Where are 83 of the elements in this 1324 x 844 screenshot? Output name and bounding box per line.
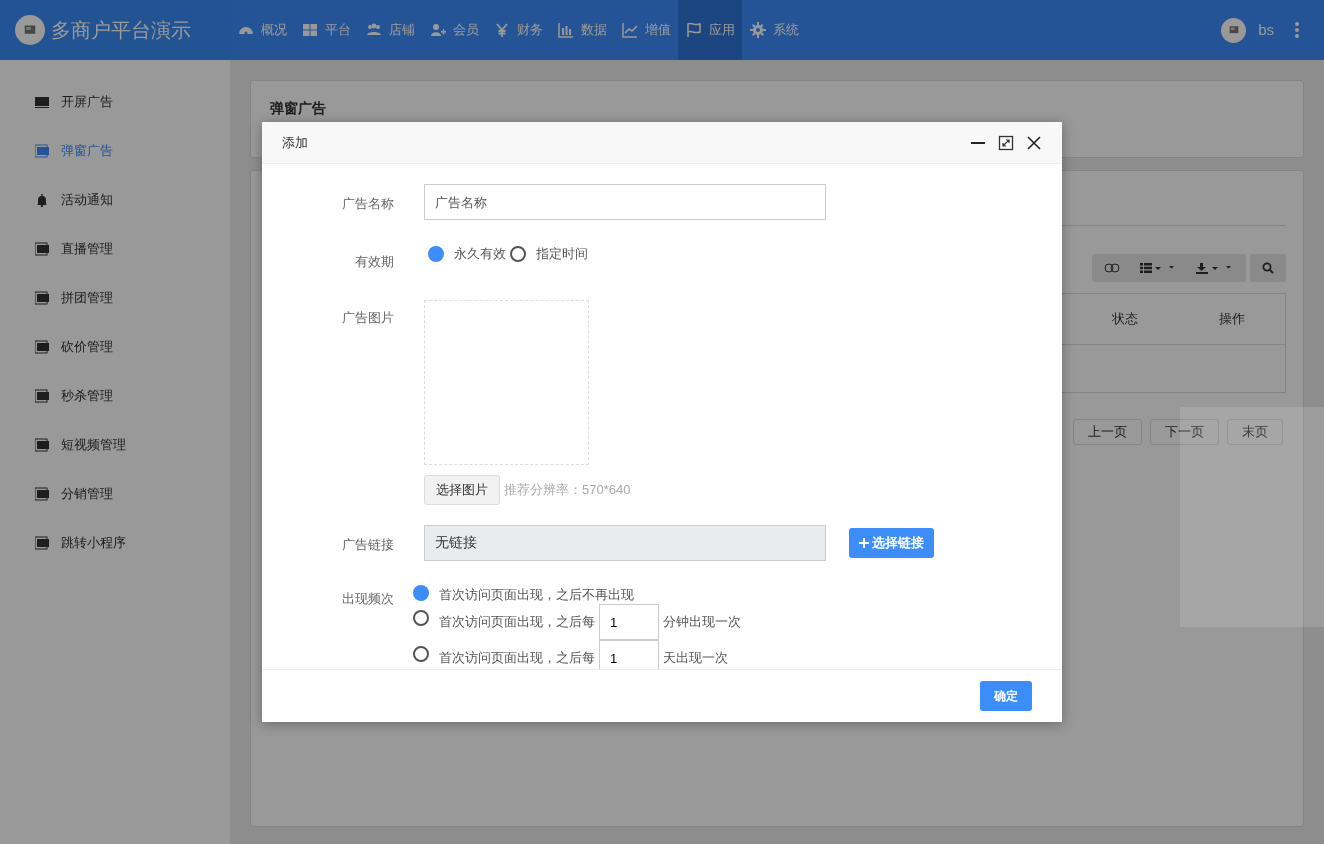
radio-label: 永久有效 — [454, 245, 506, 263]
window-icon — [35, 437, 49, 452]
user-plus-icon — [429, 22, 447, 38]
choose-image-button[interactable]: 选择图片 — [424, 474, 500, 505]
choose-link-button[interactable]: 选择链接 — [849, 527, 934, 558]
window-icon — [35, 535, 49, 550]
radio-button[interactable] — [413, 646, 429, 662]
nav-tab[interactable]: 应用 — [678, 0, 742, 60]
sidebar-item[interactable]: 秒杀管理 — [0, 371, 230, 420]
window-icon — [35, 290, 49, 305]
more-icon — [1294, 21, 1300, 39]
nav-tab[interactable]: 数据 — [550, 0, 614, 60]
field-label: 广告链接 — [341, 535, 394, 554]
number-field[interactable]: 1 — [599, 604, 659, 640]
option-label: 首次访问页面出现，之后不再出现 — [439, 585, 634, 604]
nav-tab[interactable]: 概况 — [230, 0, 294, 60]
close-icon[interactable] — [1026, 134, 1042, 151]
sidebar-item[interactable]: 弹窗广告 — [0, 126, 230, 175]
option-label: 天出现一次 — [663, 649, 728, 668]
brand-title: 多商户平台演示 — [51, 18, 191, 43]
column-header: 状态 — [1110, 310, 1139, 329]
sidebar-item[interactable]: 拼团管理 — [0, 273, 230, 322]
field-label: 广告名称 — [341, 195, 394, 213]
sidebar-item[interactable]: 开屏广告 — [0, 77, 230, 126]
settings-icon — [749, 22, 767, 38]
field-label: 有效期 — [354, 253, 394, 271]
nav-tab[interactable]: 财务 — [486, 0, 550, 60]
page-button[interactable]: 上一页 — [1073, 419, 1142, 445]
image-icon — [1227, 25, 1240, 35]
field-label: 出现频次 — [341, 589, 394, 608]
window-icon — [35, 241, 49, 256]
user-avatar[interactable] — [1221, 17, 1247, 43]
yen-icon — [493, 22, 511, 38]
option-label: 分钟出现一次 — [663, 613, 741, 632]
radio-button[interactable] — [428, 245, 444, 262]
window-icon — [35, 143, 49, 158]
sidebar-item[interactable]: 短视频管理 — [0, 420, 230, 469]
nav-tab[interactable]: 平台 — [294, 0, 358, 60]
bar-chart-icon — [557, 22, 575, 38]
radio-button[interactable] — [413, 610, 429, 626]
users-icon — [365, 22, 383, 38]
user-name[interactable]: bs — [1258, 18, 1274, 42]
radio-button[interactable] — [510, 245, 526, 262]
confirm-button[interactable]: 确定 — [980, 681, 1032, 711]
column-header: 操作 — [1217, 310, 1246, 329]
sidebar-item[interactable]: 跳转小程序 — [0, 518, 230, 567]
radio-button[interactable] — [413, 584, 429, 601]
dialog-title: 添加 — [282, 133, 308, 152]
link-field[interactable]: 无链接 — [424, 524, 826, 561]
columns-dropdown-icon — [1140, 263, 1176, 273]
nav-tab[interactable]: 增值 — [614, 0, 678, 60]
nav-tab[interactable]: 店铺 — [358, 0, 422, 60]
number-field[interactable]: 1 — [599, 640, 659, 669]
option-label: 首次访问页面出现，之后每 — [439, 649, 595, 668]
maximize-icon[interactable] — [998, 134, 1014, 151]
flag-icon — [685, 22, 703, 38]
search-icon — [1262, 262, 1274, 274]
nav-tab[interactable]: 会员 — [422, 0, 486, 60]
window-icon — [35, 339, 49, 354]
nav-tab[interactable]: 系统 — [742, 0, 806, 60]
window-icon — [35, 388, 49, 403]
bell-icon — [35, 192, 49, 207]
plus-icon — [859, 537, 869, 548]
sidebar-item[interactable]: 分销管理 — [0, 469, 230, 518]
line-chart-icon — [621, 22, 639, 38]
radio-label: 指定时间 — [536, 245, 588, 263]
option-label: 首次访问页面出现，之后每 — [439, 613, 595, 632]
search-button[interactable] — [1250, 254, 1286, 282]
field-label: 广告图片 — [341, 308, 394, 327]
sidebar-item[interactable]: 直播管理 — [0, 224, 230, 273]
toggle-icon — [1104, 263, 1120, 273]
ad-icon — [35, 95, 49, 108]
panel-title: 弹窗广告 — [270, 99, 327, 118]
window-icon — [35, 486, 49, 501]
hint-text: 推荐分辨率：570*640 — [504, 480, 631, 499]
page-button[interactable]: 末页 — [1227, 419, 1283, 445]
image-icon — [23, 24, 37, 36]
sidebar-item[interactable]: 活动通知 — [0, 175, 230, 224]
sidebar-item[interactable]: 砍价管理 — [0, 322, 230, 371]
name-field[interactable]: 广告名称 — [424, 184, 826, 220]
page-button[interactable]: 下一页 — [1150, 419, 1219, 445]
grid-icon — [301, 22, 319, 38]
download-dropdown-icon — [1196, 262, 1234, 274]
